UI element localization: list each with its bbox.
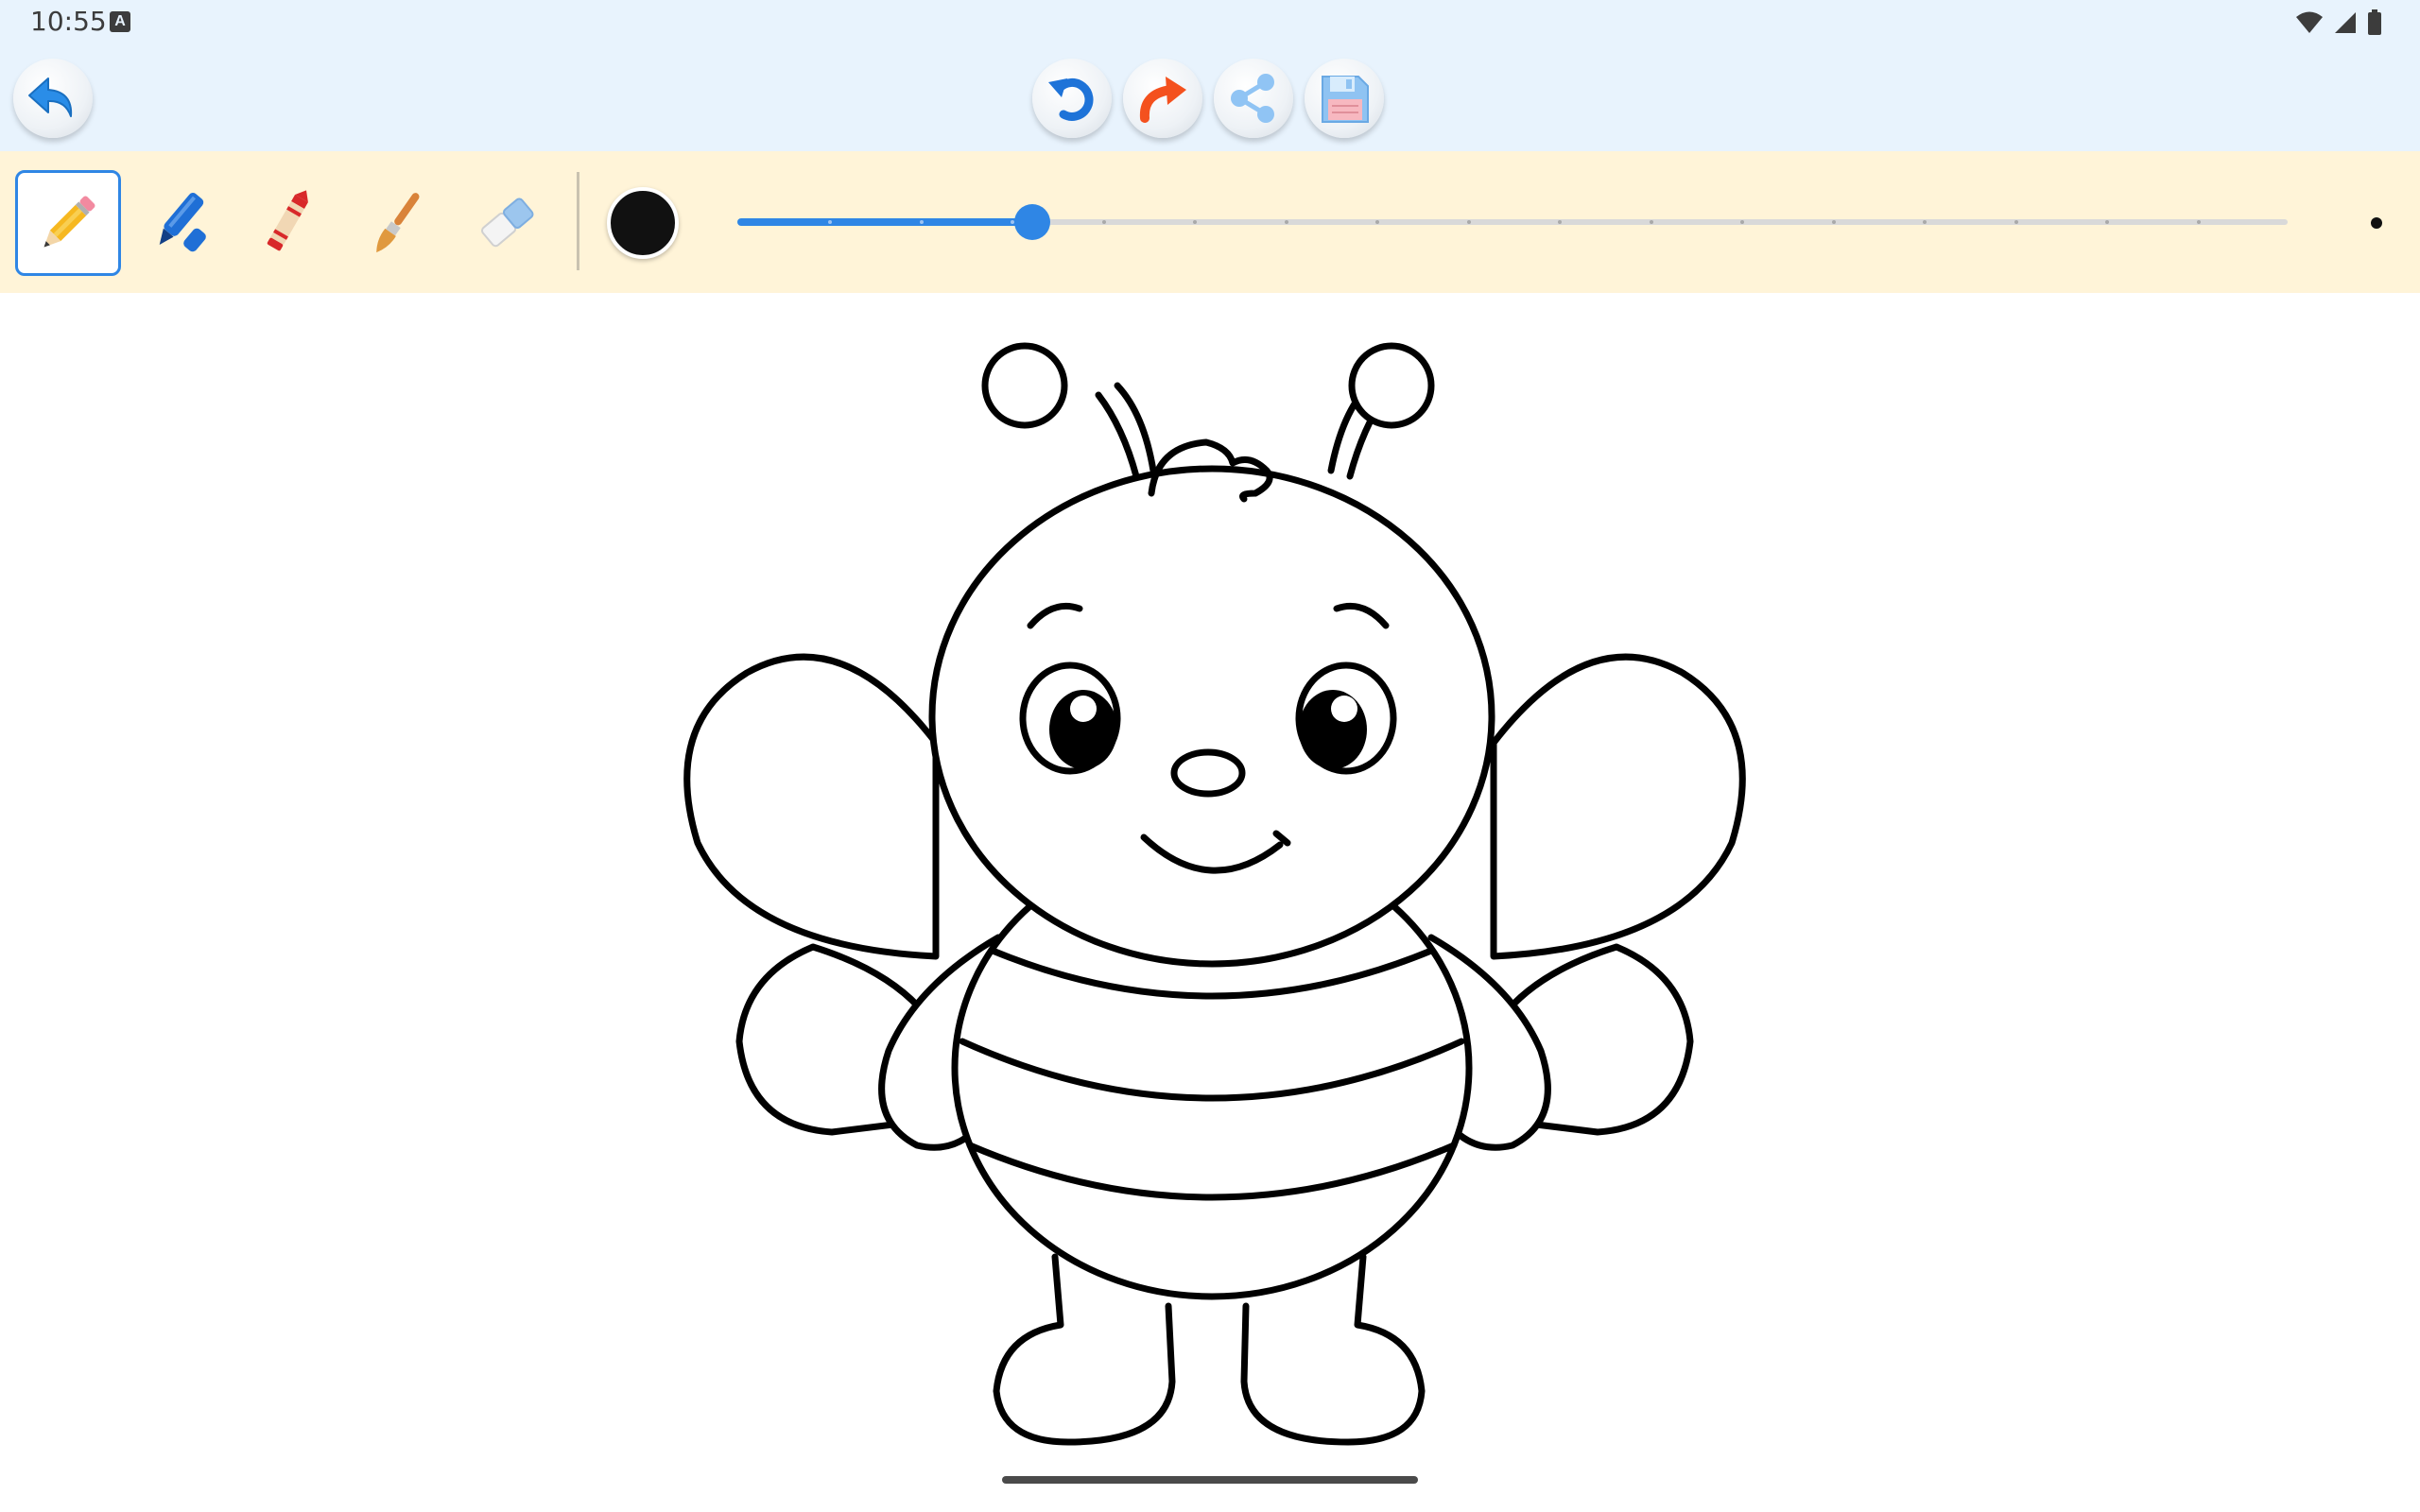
color-swatch[interactable]: [607, 187, 679, 259]
redo-button[interactable]: [1123, 59, 1202, 138]
home-indicator[interactable]: [1002, 1476, 1418, 1484]
tool-bar: [0, 151, 2420, 293]
status-bar: 10:55 A: [0, 0, 2420, 45]
share-button[interactable]: [1214, 59, 1293, 138]
crayon-icon: [267, 190, 308, 251]
bee-coloring-page: [683, 342, 1746, 1446]
pencil-icon: [43, 196, 95, 248]
redo-icon: [1139, 77, 1186, 123]
battery-icon: [2368, 9, 2381, 35]
brush-size-slider[interactable]: [737, 204, 2288, 240]
slider-tick: [919, 220, 924, 224]
slider-tick: [2014, 220, 2018, 224]
paintbrush-icon: [376, 193, 420, 253]
slider-tick: [1101, 220, 1106, 224]
tool-pencil[interactable]: [15, 170, 121, 276]
tool-eraser[interactable]: [454, 170, 560, 276]
undo-icon: [1048, 77, 1094, 121]
slider-fill: [737, 218, 1032, 226]
slider-tick: [1466, 220, 1471, 224]
drawing-canvas[interactable]: [9, 295, 2411, 1497]
top-bar: [0, 45, 2420, 151]
slider-tick: [1649, 220, 1653, 224]
save-button[interactable]: [1305, 59, 1384, 138]
tool-brush[interactable]: [344, 170, 450, 276]
back-arrow-icon: [28, 77, 73, 117]
wifi-icon: [2296, 11, 2323, 33]
marker-icon: [159, 193, 206, 252]
slider-thumb[interactable]: [1013, 204, 1050, 240]
eraser-icon: [481, 198, 534, 248]
share-icon: [1231, 74, 1274, 123]
undo-button[interactable]: [1032, 59, 1112, 138]
save-icon: [1322, 76, 1369, 123]
back-button[interactable]: [13, 59, 93, 138]
slider-tick: [2196, 220, 2201, 224]
status-icons: [2295, 9, 2382, 36]
signal-icon: [2335, 12, 2356, 33]
toolbar-divider: [577, 172, 579, 270]
brush-size-preview: [2371, 217, 2382, 229]
tool-crayon[interactable]: [234, 170, 340, 276]
notification-icon: A: [110, 11, 130, 32]
slider-tick: [1831, 220, 1836, 224]
slider-tick: [1284, 220, 1288, 224]
status-time: 10:55: [30, 6, 107, 37]
tool-marker[interactable]: [125, 170, 231, 276]
